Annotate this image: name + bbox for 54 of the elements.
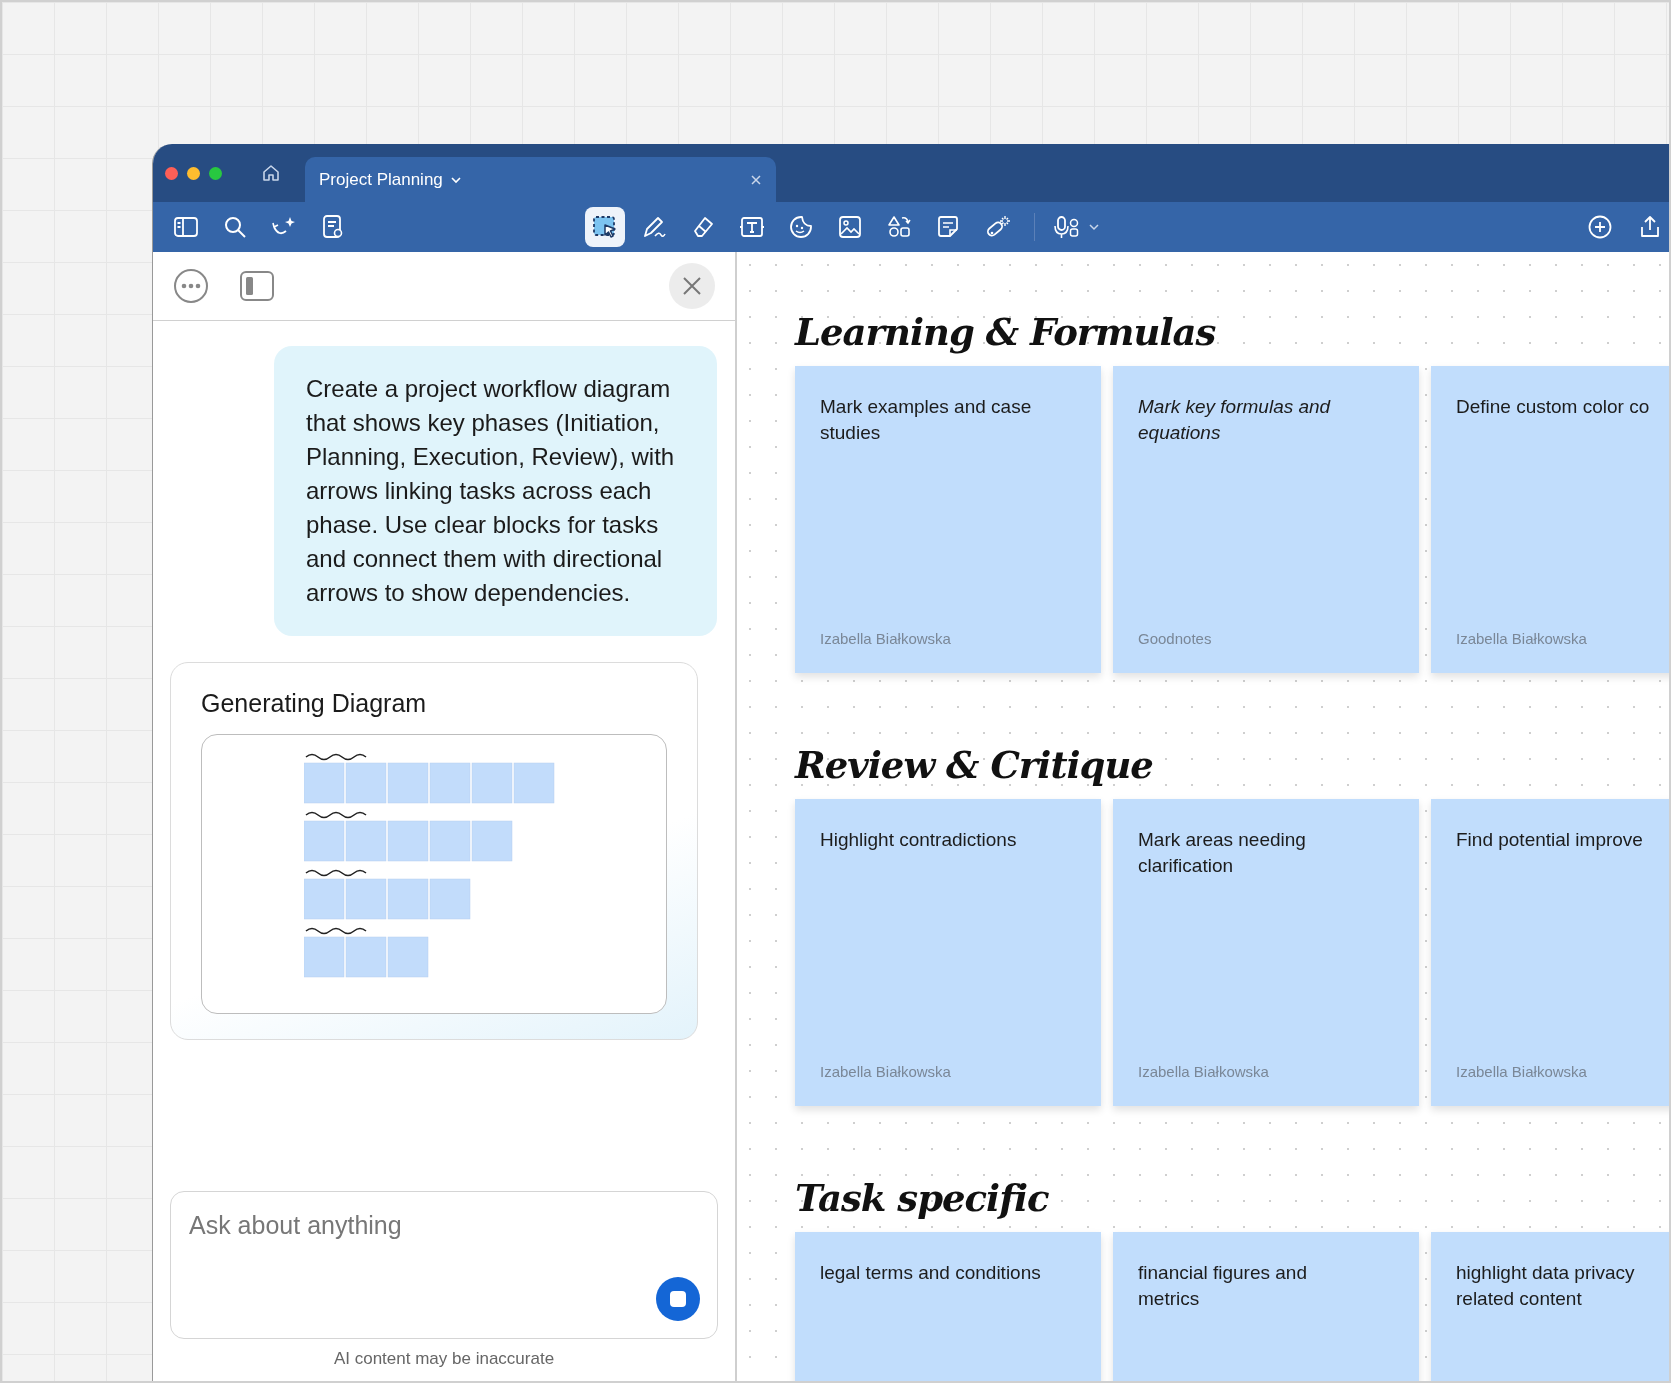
selection-icon bbox=[592, 214, 618, 240]
disclaimer-text: AI content may be inaccurate bbox=[332, 1348, 556, 1370]
sticky-note[interactable]: Define custom color co Izabella Białkowska bbox=[1431, 366, 1669, 673]
home-icon[interactable] bbox=[262, 164, 280, 182]
close-window-button[interactable] bbox=[165, 166, 178, 180]
close-button[interactable] bbox=[669, 263, 715, 309]
note-text: Mark examples and case studies bbox=[820, 395, 1033, 445]
note-text: Find potential improve bbox=[1456, 828, 1643, 852]
note-author: Izabella Białkowska bbox=[820, 1063, 951, 1080]
text-box-icon bbox=[739, 214, 765, 240]
sticky-note[interactable]: legal terms and conditions bbox=[795, 1232, 1101, 1381]
note-author: Izabella Białkowska bbox=[820, 630, 951, 647]
note-text: financial figures and metrics bbox=[1138, 1261, 1308, 1311]
add-icon[interactable] bbox=[1587, 214, 1613, 240]
search-icon[interactable] bbox=[223, 215, 247, 239]
note-author: Goodnotes bbox=[1138, 630, 1212, 647]
sticky-note[interactable]: highlight data privacy related content bbox=[1431, 1232, 1669, 1381]
sticky-note[interactable]: financial figures and metrics bbox=[1113, 1232, 1419, 1381]
sticker-icon bbox=[788, 214, 814, 240]
sticky-note[interactable]: Highlight contradictions Izabella Białkowska bbox=[795, 799, 1101, 1106]
minimize-window-button[interactable] bbox=[187, 166, 200, 180]
note-text: Define custom color co bbox=[1456, 395, 1650, 419]
note-author: Izabella Białkowska bbox=[1456, 630, 1587, 647]
sticky-note[interactable]: Mark areas needing clarification Izabella Białkowska bbox=[1113, 799, 1419, 1106]
more-icon[interactable] bbox=[173, 268, 209, 304]
close-icon[interactable] bbox=[750, 173, 762, 186]
select-tool[interactable] bbox=[585, 207, 625, 247]
image-icon bbox=[837, 214, 863, 240]
note-text: highlight data privacy related content bbox=[1456, 1261, 1636, 1311]
zoom-window-button[interactable] bbox=[209, 166, 222, 180]
card-title: Generating Diagram bbox=[201, 689, 428, 718]
document-view-icon[interactable] bbox=[321, 214, 345, 240]
sticky-note[interactable]: Find potential improve Izabella Białkowska bbox=[1431, 799, 1669, 1106]
note-icon bbox=[935, 214, 961, 240]
section-heading: Learning & Formulas bbox=[795, 309, 1217, 356]
sidebar-toggle-icon[interactable] bbox=[239, 270, 275, 302]
sticky-note[interactable]: Mark key formulas and equations Goodnotes bbox=[1113, 366, 1419, 673]
user-message: Create a project workflow diagram that shows key phases (Initiation, Planning, Execution, Review), with arrows linking tasks across each phase. Use clear blocks for tasks and connect them with directional arrows to show dependencies. bbox=[274, 346, 717, 636]
sticky-note[interactable]: Mark examples and case studies Izabella Białkowska bbox=[795, 366, 1101, 673]
note-text: Mark areas needing clarification bbox=[1138, 828, 1307, 878]
close-icon bbox=[681, 275, 703, 297]
section-heading: Review & Critique bbox=[795, 742, 1154, 789]
note-author: Izabella Białkowska bbox=[1138, 1063, 1269, 1080]
pen-icon bbox=[641, 214, 667, 240]
note-text: Mark key formulas and equations bbox=[1138, 395, 1332, 445]
note-text: legal terms and conditions bbox=[820, 1261, 1041, 1285]
ask-field[interactable]: Ask about anything bbox=[170, 1191, 718, 1339]
note-author: Izabella Białkowska bbox=[1456, 1063, 1587, 1080]
note-text: Highlight contradictions bbox=[820, 828, 1017, 852]
sidebar-icon[interactable] bbox=[173, 215, 199, 239]
shapes-icon bbox=[886, 214, 912, 240]
chevron-down-icon bbox=[449, 175, 462, 184]
section-heading: Task specific bbox=[795, 1175, 1050, 1222]
document-tab[interactable]: Project Planning bbox=[305, 157, 776, 202]
